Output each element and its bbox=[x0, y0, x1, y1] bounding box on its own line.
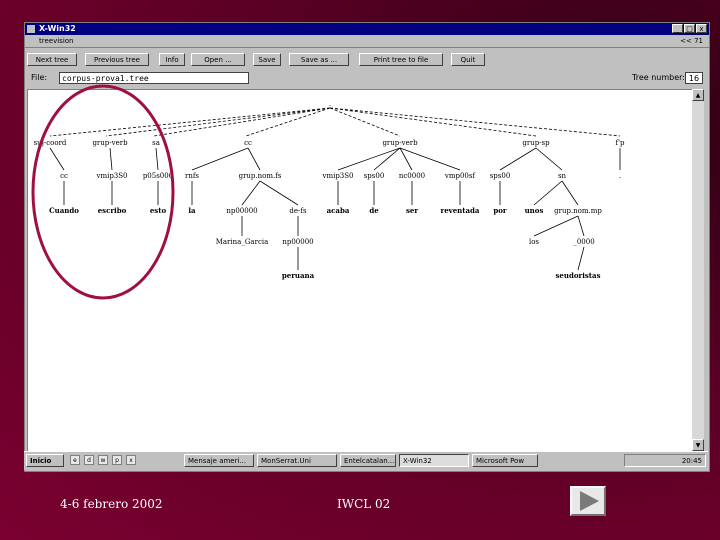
tree-node: grup.nom.mp bbox=[554, 207, 602, 215]
app-title: treevision bbox=[39, 37, 74, 45]
file-field[interactable]: corpus-prova1.tree bbox=[59, 72, 249, 84]
tree-node: sa bbox=[152, 139, 160, 147]
previous-tree-button[interactable]: Previous tree bbox=[85, 53, 149, 66]
tree-node: sps00 bbox=[490, 172, 511, 180]
slide-conference: IWCL 02 bbox=[337, 497, 391, 511]
tree-word: peruana bbox=[282, 271, 315, 280]
app-title-bar: treevision << 71 bbox=[25, 36, 709, 48]
tree-node: nc0000 bbox=[399, 172, 425, 180]
tree-word: seudoristas bbox=[555, 271, 600, 280]
file-line: File: corpus-prova1.tree Tree number: 16 bbox=[29, 71, 707, 85]
quicklaunch-icon[interactable]: e bbox=[70, 455, 80, 465]
next-slide-button[interactable] bbox=[570, 486, 606, 516]
quicklaunch-icon[interactable]: x bbox=[126, 455, 136, 465]
file-label: File: bbox=[31, 73, 48, 82]
app-title-right: << 71 bbox=[680, 37, 703, 45]
slide-date: 4-6 febrero 2002 bbox=[60, 497, 163, 511]
tree-node: vmip3S0 bbox=[95, 172, 127, 180]
task-button[interactable]: Entelcatalan... bbox=[340, 454, 396, 467]
tree-node: grup-verb bbox=[382, 139, 418, 147]
quicklaunch-icon[interactable]: d bbox=[84, 455, 94, 465]
tree-canvas: . suj-coord grup-verb sa cc grup-verb gr… bbox=[27, 89, 693, 453]
window-title: X-Win32 bbox=[39, 24, 76, 33]
tree-word: Cuando bbox=[49, 206, 79, 215]
scroll-down-icon[interactable]: ▼ bbox=[692, 439, 704, 451]
tree-word: reventada bbox=[441, 206, 480, 215]
save-button[interactable]: Save bbox=[253, 53, 281, 66]
tree-node: sn bbox=[558, 172, 567, 180]
tree-node: vmip3S0 bbox=[321, 172, 353, 180]
task-button-active[interactable]: X-Win32 bbox=[399, 454, 469, 467]
parse-tree: . suj-coord grup-verb sa cc grup-verb gr… bbox=[34, 100, 626, 280]
tree-word: acaba bbox=[327, 206, 350, 215]
print-tree-button[interactable]: Print tree to file bbox=[359, 53, 443, 66]
tree-node: . bbox=[619, 172, 621, 180]
tree-node: vmp00sf bbox=[444, 172, 477, 180]
close-button[interactable]: x bbox=[696, 24, 707, 33]
save-as-button[interactable]: Save as ... bbox=[289, 53, 349, 66]
minimize-button[interactable]: _ bbox=[672, 24, 683, 33]
tree-word: escribo bbox=[98, 206, 127, 215]
tree-word: la bbox=[188, 206, 196, 215]
tree-node: los bbox=[529, 238, 539, 246]
quicklaunch-icon[interactable]: w bbox=[98, 455, 108, 465]
tree-node: p05s000 bbox=[143, 172, 173, 180]
tree-node: np00000 bbox=[282, 238, 313, 246]
scroll-up-icon[interactable]: ▲ bbox=[692, 89, 704, 101]
tree-node: de-fs bbox=[289, 207, 307, 215]
tree-node: cc bbox=[244, 139, 252, 147]
tree-node: np00000 bbox=[226, 207, 257, 215]
toolbar: Next tree Previous tree Info Open ... Sa… bbox=[27, 51, 707, 69]
maximize-button[interactable]: □ bbox=[684, 24, 695, 33]
quit-button[interactable]: Quit bbox=[451, 53, 485, 66]
task-button[interactable]: MonSerrat.Uni bbox=[257, 454, 337, 467]
root-node: . bbox=[329, 100, 331, 108]
quicklaunch-icon[interactable]: p bbox=[112, 455, 122, 465]
start-button[interactable]: Inicio bbox=[26, 454, 64, 467]
tree-node: suj-coord bbox=[34, 139, 67, 147]
tree-word: esto bbox=[150, 206, 167, 215]
system-tray: 20:45 bbox=[624, 454, 706, 467]
app-icon bbox=[27, 25, 35, 33]
xwin-window: X-Win32 _ □ x treevision << 71 Next tree… bbox=[24, 22, 710, 472]
tree-word: unos bbox=[525, 206, 544, 215]
tree-node: sps00 bbox=[364, 172, 385, 180]
title-bar: X-Win32 _ □ x bbox=[25, 23, 709, 35]
tree-node: rnfs bbox=[185, 172, 199, 180]
tree-word: por bbox=[493, 206, 507, 215]
info-button[interactable]: Info bbox=[159, 53, 185, 66]
taskbar: Inicio e d w p x Mensaje ameri... MonSer… bbox=[24, 451, 708, 470]
tree-node: grup-verb bbox=[92, 139, 128, 147]
next-tree-button[interactable]: Next tree bbox=[27, 53, 77, 66]
tree-node: f'p bbox=[616, 139, 626, 147]
tree-word: ser bbox=[406, 206, 418, 215]
tree-number-field[interactable]: 16 bbox=[685, 72, 703, 84]
tree-number-label: Tree number: bbox=[632, 73, 685, 82]
tree-node: grup.nom.fs bbox=[239, 172, 282, 180]
tree-word: Marina_Garcia bbox=[216, 238, 269, 246]
open-button[interactable]: Open ... bbox=[191, 53, 245, 66]
tree-node: _0000 bbox=[573, 238, 594, 246]
vertical-scrollbar[interactable]: ▲ ▼ bbox=[692, 89, 704, 451]
task-button[interactable]: Microsoft Pow bbox=[472, 454, 538, 467]
play-arrow-icon bbox=[580, 491, 599, 511]
tree-node: cc bbox=[60, 172, 68, 180]
tree-word: de bbox=[369, 206, 379, 215]
tree-node: grup-sp bbox=[522, 139, 550, 147]
task-button[interactable]: Mensaje ameri... bbox=[184, 454, 254, 467]
